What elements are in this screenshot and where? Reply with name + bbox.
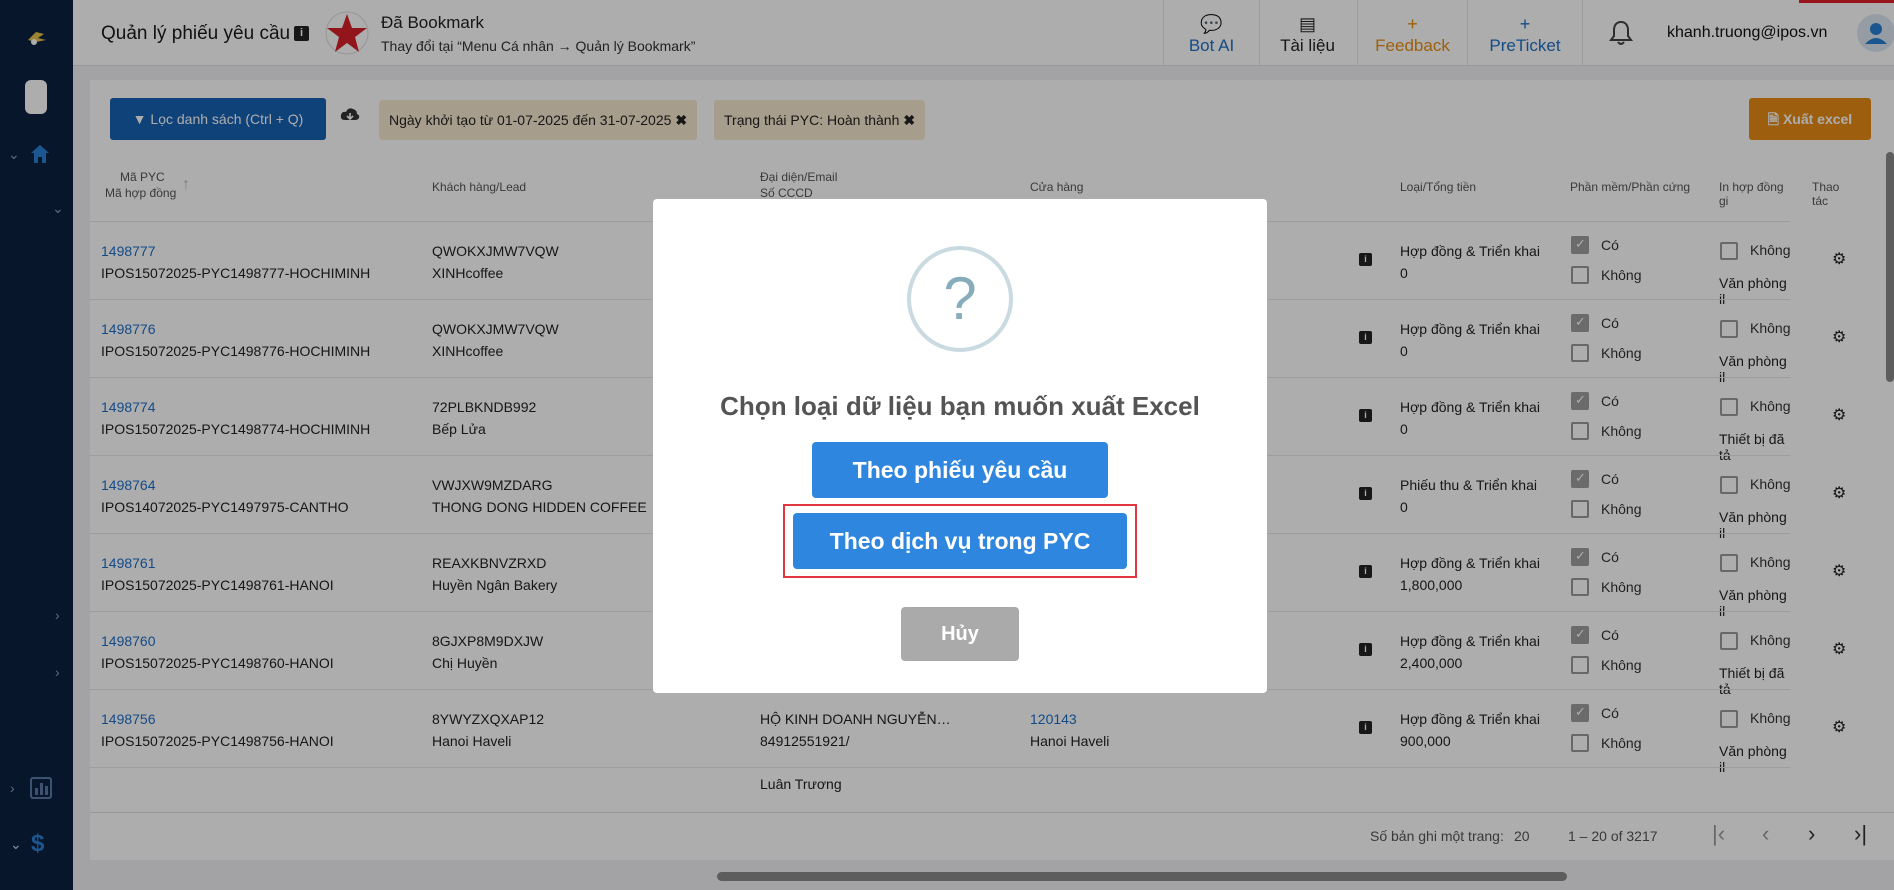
dialog-title: Chọn loại dữ liệu bạn muốn xuất Excel — [720, 391, 1200, 421]
export-type-dialog: ? Chọn loại dữ liệu bạn muốn xuất Excel … — [653, 199, 1267, 693]
export-by-request-button[interactable]: Theo phiếu yêu cầu — [812, 442, 1108, 498]
cancel-button[interactable]: Hủy — [901, 607, 1019, 661]
question-icon: ? — [907, 246, 1013, 352]
export-by-service-button[interactable]: Theo dịch vụ trong PYC — [793, 513, 1127, 569]
